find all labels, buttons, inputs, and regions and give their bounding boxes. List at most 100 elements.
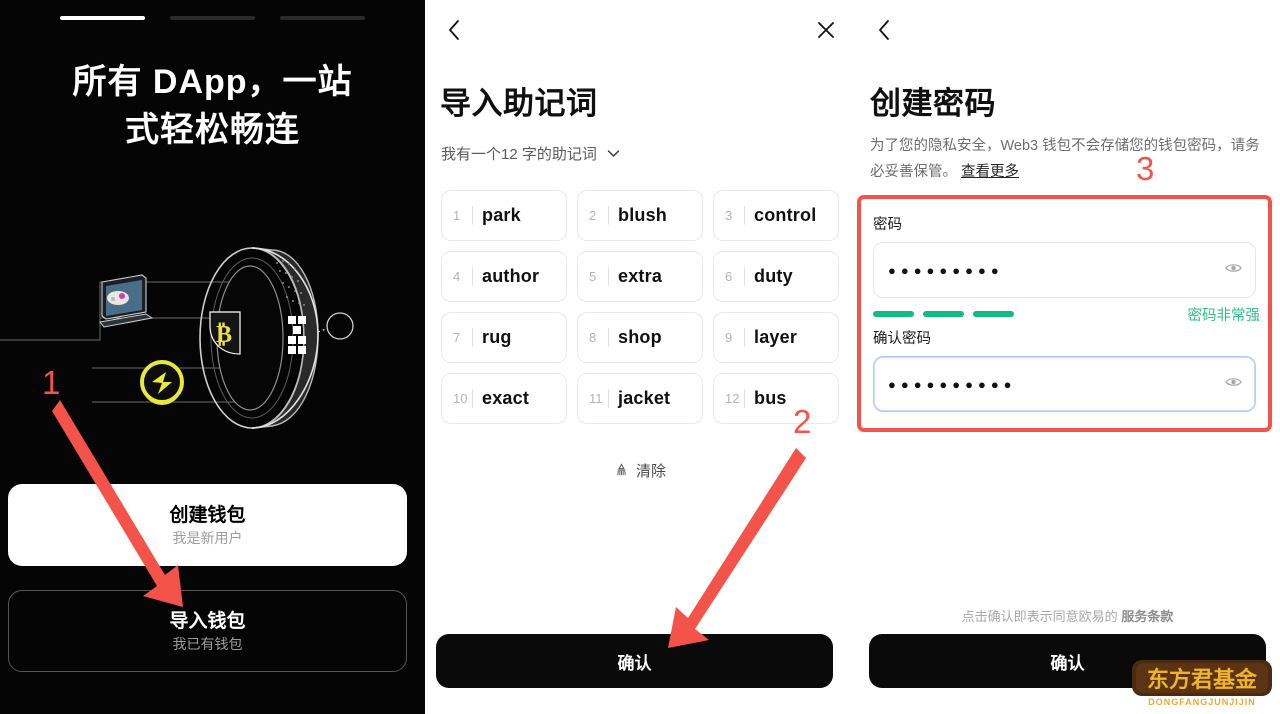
import-confirm-label: 确认 <box>617 653 652 673</box>
word-text: author <box>482 266 540 286</box>
word-text: extra <box>618 266 663 286</box>
word-text: shop <box>618 327 662 347</box>
laptop-icon <box>99 274 154 328</box>
word-text: duty <box>754 266 793 286</box>
word-index: 1 <box>453 208 461 223</box>
password-input[interactable]: ●●●●●●●●● <box>873 242 1256 298</box>
mnemonic-word-cell[interactable]: 5 extra <box>577 251 703 302</box>
password-label: 密码 <box>873 217 902 233</box>
divider <box>608 328 609 347</box>
terms-notice: 点击确认即表示同意欧易的 服务条款 <box>855 606 1280 625</box>
toggle-confirm-password-visibility-icon[interactable] <box>1225 375 1242 393</box>
mnemonic-length-selector[interactable]: 我有一个12 字的助记词 <box>441 143 620 164</box>
divider <box>472 267 473 286</box>
chevron-left-icon <box>449 20 459 40</box>
eye-icon <box>1225 378 1242 386</box>
password-page-title: 创建密码 <box>870 86 996 121</box>
mnemonic-word-cell[interactable]: 2 blush <box>577 190 703 241</box>
bitcoin-icon: ₿ <box>216 322 232 348</box>
clear-label: 清除 <box>635 463 666 480</box>
annotation-number-1: 1 <box>42 364 61 401</box>
import-navbar <box>425 0 855 60</box>
word-index: 6 <box>725 269 733 284</box>
mnemonic-word-cell[interactable]: 11 jacket <box>577 373 703 424</box>
password-strength-meter: 密码非常强 <box>873 307 1260 324</box>
word-text: control <box>754 205 817 225</box>
mnemonic-word-cell[interactable]: 7 rug <box>441 312 567 363</box>
password-description-text: 为了您的隐私安全，Web3 钱包不会存储您的钱包密码，请务必妥善保管。 <box>870 138 1260 180</box>
mnemonic-word-cell[interactable]: 3 control <box>713 190 839 241</box>
chevron-left-icon <box>879 20 889 40</box>
close-icon[interactable] <box>810 14 842 46</box>
word-text: blush <box>618 205 667 225</box>
password-navbar <box>855 0 1280 60</box>
word-text: bus <box>754 388 787 408</box>
confirm-password-input[interactable]: ●●●●●●●●●● <box>873 356 1256 412</box>
mnemonic-length-label: 我有一个12 字的助记词 <box>441 146 597 163</box>
watermark-pinyin-text: DONGFANGJUNJIJIN <box>1148 697 1256 707</box>
watermark-cn-text: 东方君基金 <box>1147 667 1258 693</box>
word-text: rug <box>482 327 512 347</box>
mnemonic-word-cell[interactable]: 4 author <box>441 251 567 302</box>
divider <box>744 206 745 225</box>
create-wallet-subtitle: 我是新用户 <box>172 529 243 546</box>
divider <box>744 389 745 408</box>
import-wallet-button[interactable]: 导入钱包 我已有钱包 <box>8 590 407 672</box>
clear-all-button[interactable]: 清除 <box>425 460 855 481</box>
progress-segment-3 <box>280 16 365 20</box>
confirm-password-label: 确认密码 <box>873 331 931 347</box>
divider <box>472 389 473 408</box>
progress-segment-2 <box>170 16 255 20</box>
word-index: 12 <box>725 391 740 406</box>
progress-indicator <box>0 16 425 20</box>
divider <box>472 328 473 347</box>
create-wallet-button[interactable]: 创建钱包 我是新用户 <box>8 484 407 566</box>
back-icon[interactable] <box>868 14 900 46</box>
ring-illustration-svg: ₿ <box>0 247 354 429</box>
hero-title: 所有 DApp，一站 式轻松畅连 <box>0 58 425 154</box>
panel-import-mnemonic: 导入助记词 我有一个12 字的助记词 1 park 2 blush 3 control… <box>425 0 855 714</box>
word-text: layer <box>754 327 798 347</box>
strength-bar-2 <box>923 311 964 317</box>
word-index: 5 <box>589 269 597 284</box>
mnemonic-word-grid: 1 park 2 blush 3 control 4 author 5 extra 6 du… <box>441 190 839 424</box>
mnemonic-word-cell[interactable]: 6 duty <box>713 251 839 302</box>
word-text: jacket <box>618 388 671 408</box>
confirm-password-value: ●●●●●●●●●● <box>888 376 1017 392</box>
divider <box>608 206 609 225</box>
word-text: park <box>482 205 521 225</box>
strength-text: 密码非常强 <box>1187 307 1261 324</box>
mnemonic-word-cell[interactable]: 8 shop <box>577 312 703 363</box>
password-fields-group: 密码 ●●●●●●●●● 密码非常强 确认密码 ●●●●●●●●●● <box>857 195 1272 432</box>
learn-more-link[interactable]: 查看更多 <box>961 164 1019 180</box>
divider <box>472 206 473 225</box>
three-panel-tutorial-screenshot: 所有 DApp，一站 式轻松畅连 ₿ 创建钱包 我是新用户 导入钱包 我已有钱包… <box>0 0 1280 714</box>
word-index: 10 <box>453 391 468 406</box>
okx-ring-wallet-illustration: ₿ <box>0 230 425 480</box>
word-index: 2 <box>589 208 597 223</box>
import-confirm-button[interactable]: 确认 <box>436 634 833 688</box>
password-confirm-label: 确认 <box>1050 653 1085 673</box>
terms-prefix: 点击确认即表示同意欧易的 <box>961 609 1118 624</box>
close-x-icon <box>818 22 834 38</box>
password-description: 为了您的隐私安全，Web3 钱包不会存储您的钱包密码，请务必妥善保管。 查看更多 <box>870 133 1264 185</box>
word-index: 3 <box>725 208 733 223</box>
mnemonic-word-cell[interactable]: 12 bus <box>713 373 839 424</box>
coin-icon <box>140 360 184 405</box>
toggle-password-visibility-icon[interactable] <box>1225 261 1242 279</box>
mnemonic-word-cell[interactable]: 9 layer <box>713 312 839 363</box>
word-index: 9 <box>725 330 733 345</box>
onboarding-actions: 创建钱包 我是新用户 导入钱包 我已有钱包 <box>8 484 417 696</box>
password-value: ●●●●●●●●● <box>888 262 1004 278</box>
mnemonic-word-cell[interactable]: 1 park <box>441 190 567 241</box>
terms-link[interactable]: 服务条款 <box>1121 609 1173 624</box>
create-wallet-title: 创建钱包 <box>169 504 246 526</box>
import-page-title: 导入助记词 <box>440 86 598 121</box>
back-icon[interactable] <box>438 14 470 46</box>
progress-segment-1 <box>60 16 145 20</box>
word-text: exact <box>482 388 530 408</box>
import-wallet-subtitle: 我已有钱包 <box>172 635 243 652</box>
divider <box>744 328 745 347</box>
mnemonic-word-cell[interactable]: 10 exact <box>441 373 567 424</box>
strength-bar-3 <box>973 311 1014 317</box>
